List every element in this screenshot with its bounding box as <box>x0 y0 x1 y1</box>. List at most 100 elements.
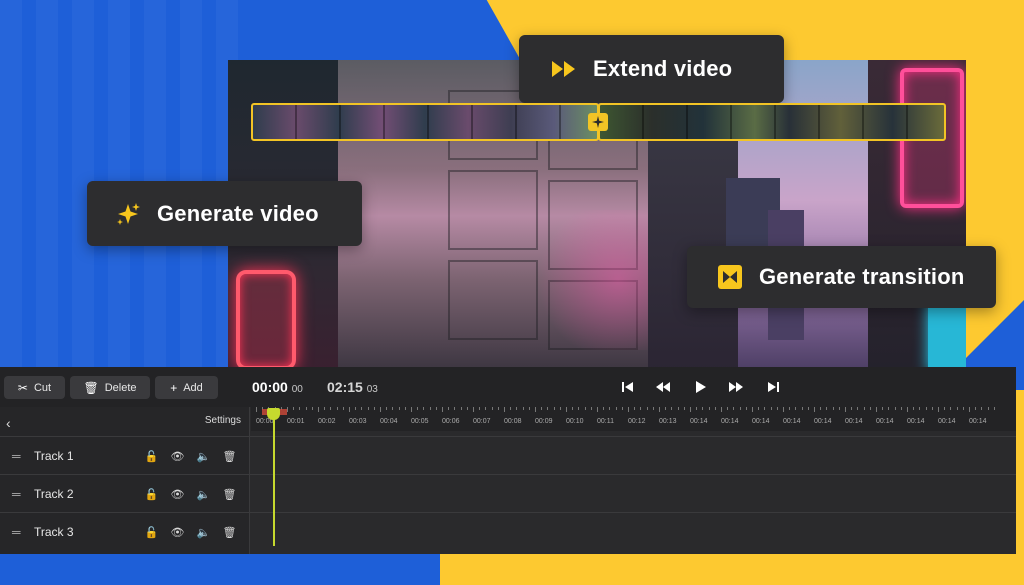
ruler-tick <box>597 407 598 412</box>
eye-icon[interactable]: 👁 <box>170 526 185 539</box>
ruler-label: 00:01 <box>287 418 305 425</box>
ruler-label: 00:03 <box>349 418 367 425</box>
ruler-minor-tick <box>311 407 313 410</box>
ruler-label: 00:12 <box>628 418 646 425</box>
lock-icon[interactable]: 🔓 <box>144 488 159 501</box>
ruler-label: 00:07 <box>473 418 491 425</box>
transition-marker-icon[interactable] <box>588 113 608 131</box>
drag-handle-icon[interactable]: ═ <box>12 487 28 501</box>
ruler-minor-tick <box>355 407 357 410</box>
lock-icon[interactable]: 🔓 <box>144 450 159 463</box>
track-row[interactable]: ═ Track 1 🔓 👁 🔈 🗑 <box>0 438 250 474</box>
current-time-value: 00:00 <box>252 379 288 395</box>
rewind-icon[interactable] <box>654 378 672 396</box>
ruler-label: 00:02 <box>318 418 336 425</box>
ruler-minor-tick <box>702 407 704 410</box>
video-clip[interactable] <box>251 103 599 141</box>
cut-button[interactable]: ✂ Cut <box>4 376 65 399</box>
trash-icon[interactable]: 🗑 <box>222 450 237 463</box>
ruler-label: 00:04 <box>380 418 398 425</box>
ruler-minor-tick <box>497 407 499 410</box>
ruler-tick <box>783 407 784 412</box>
track-row[interactable]: ═ Track 3 🔓 👁 🔈 🗑 <box>0 514 250 550</box>
skip-to-end-icon[interactable] <box>764 378 782 396</box>
ruler-label: 00:14 <box>721 418 739 425</box>
ruler-minor-tick <box>460 407 462 410</box>
drag-handle-icon[interactable]: ═ <box>12 525 28 539</box>
eye-icon[interactable]: 👁 <box>170 488 185 501</box>
ruler-tick <box>969 407 970 412</box>
ruler-minor-tick <box>683 407 685 410</box>
ruler-label: 00:06 <box>442 418 460 425</box>
eye-icon[interactable]: 👁 <box>170 450 185 463</box>
background-yellow-bottom <box>470 555 1024 585</box>
fast-forward-icon[interactable] <box>727 378 745 396</box>
ruler-minor-tick <box>820 407 822 410</box>
ruler-tick <box>721 407 722 412</box>
ruler-minor-tick <box>832 407 834 410</box>
ruler-minor-tick <box>373 407 375 410</box>
generate-video-chip[interactable]: Generate video <box>87 181 362 246</box>
trash-icon[interactable]: 🗑 <box>222 488 237 501</box>
ruler-minor-tick <box>367 407 369 410</box>
ruler-minor-tick <box>485 407 487 410</box>
skip-to-start-icon[interactable] <box>619 378 637 396</box>
ruler-minor-tick <box>299 407 301 410</box>
ruler-tick <box>876 407 877 412</box>
speaker-icon[interactable]: 🔈 <box>196 526 211 539</box>
total-time-value: 02:15 <box>327 379 363 395</box>
ruler-label: 00:08 <box>504 418 522 425</box>
track-row[interactable]: ═ Track 2 🔓 👁 🔈 🗑 <box>0 476 250 512</box>
lock-icon[interactable]: 🔓 <box>144 526 159 539</box>
play-icon[interactable] <box>692 378 710 396</box>
settings-link[interactable]: Settings <box>205 415 241 426</box>
ruler-minor-tick <box>466 407 468 410</box>
total-time-frames: 03 <box>366 384 378 395</box>
drag-handle-icon[interactable]: ═ <box>12 449 28 463</box>
chevron-left-icon[interactable]: ‹ <box>6 415 11 431</box>
generate-transition-chip[interactable]: Generate transition <box>687 246 996 308</box>
ruler-minor-tick <box>795 407 797 410</box>
ruler-minor-tick <box>727 407 729 410</box>
ruler-minor-tick <box>919 407 921 410</box>
ruler-minor-tick <box>745 407 747 410</box>
track-divider <box>0 436 1016 437</box>
ruler-minor-tick <box>522 407 524 410</box>
timeline-editor: ✂ Cut 🗑 Delete + Add 00:00 00 02:15 03 ‹… <box>0 367 1016 554</box>
trash-icon[interactable]: 🗑 <box>222 526 237 539</box>
delete-button[interactable]: 🗑 Delete <box>70 376 150 399</box>
add-label: Add <box>183 381 203 394</box>
ruler-minor-tick <box>888 407 890 410</box>
neon-sign-red <box>236 270 296 370</box>
ruler-minor-tick <box>454 407 456 410</box>
ruler-minor-tick <box>510 407 512 410</box>
ruler-minor-tick <box>956 407 958 410</box>
ruler-minor-tick <box>516 407 518 410</box>
extend-video-chip[interactable]: Extend video <box>519 35 784 103</box>
clip-frame-divider <box>862 105 864 139</box>
ruler-minor-tick <box>386 407 388 410</box>
speaker-icon[interactable]: 🔈 <box>196 450 211 463</box>
ruler-minor-tick <box>770 407 772 410</box>
ruler-minor-tick <box>863 407 865 410</box>
playhead[interactable] <box>273 410 275 546</box>
ruler-tick <box>752 407 753 412</box>
speaker-icon[interactable]: 🔈 <box>196 488 211 501</box>
cut-label: Cut <box>33 381 52 394</box>
ruler-minor-tick <box>696 407 698 410</box>
trash-icon: 🗑 <box>83 380 99 395</box>
add-button[interactable]: + Add <box>155 376 218 399</box>
transition-icon <box>717 264 743 290</box>
ruler-tick <box>473 407 474 412</box>
ruler-tick <box>318 407 319 412</box>
playhead-handle[interactable] <box>267 408 280 420</box>
ruler-minor-tick <box>807 407 809 410</box>
video-clip[interactable] <box>598 103 946 141</box>
ruler-label: 00:10 <box>566 418 584 425</box>
ruler-minor-tick <box>609 407 611 410</box>
ruler-tick <box>535 407 536 412</box>
ruler-minor-tick <box>640 407 642 410</box>
scissors-icon: ✂ <box>17 380 28 395</box>
ruler-minor-tick <box>826 407 828 410</box>
timeline-ruler[interactable]: 00:00 00:01 00:02 00:03 00:04 00:05 00:06 00:07… <box>251 407 1016 431</box>
